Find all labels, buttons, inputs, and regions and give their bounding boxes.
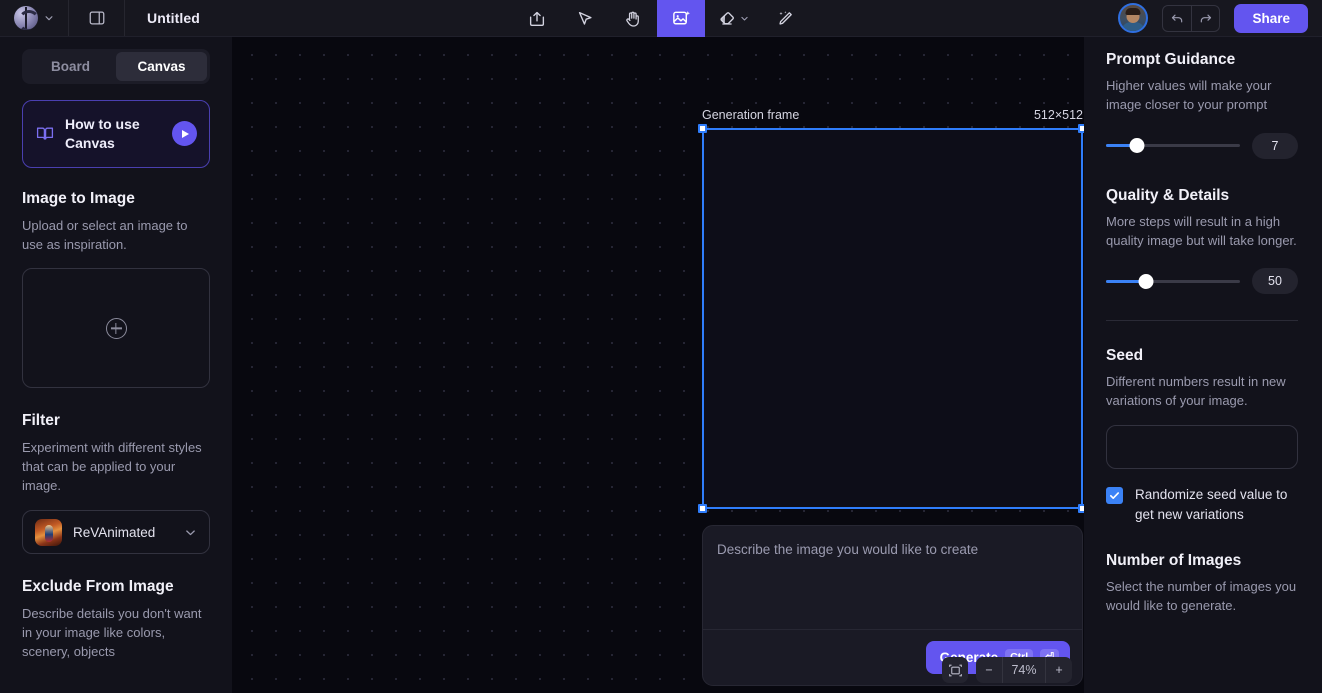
chevron-down-icon[interactable] [44,13,54,23]
how-to-use-canvas-card[interactable]: How to use Canvas [22,100,210,168]
book-icon [35,124,55,144]
right-settings-panel: Prompt Guidance Higher values will make … [1084,37,1322,693]
filter-select[interactable]: ReVAnimated [22,510,210,554]
pan-tool[interactable] [609,0,657,37]
undo-redo-group [1162,4,1221,32]
magic-edit-tool[interactable] [761,0,809,37]
quality-details-desc: More steps will result in a high quality… [1106,213,1297,248]
generate-image-tool[interactable] [657,0,705,37]
canvas-area[interactable]: Generation frame 512×512 Describe the im… [232,37,1084,693]
randomize-seed-label: Randomize seed value to get new variatio… [1135,487,1288,522]
filter-desc: Experiment with different styles that ca… [22,440,202,494]
exclude-from-image-title: Exclude From Image [22,578,174,595]
app-root: Untitled Share Board Canvas How to use C… [0,0,1322,693]
chevron-down-icon[interactable] [740,14,749,23]
resize-handle-top-left[interactable] [698,124,707,133]
prompt-guidance-title: Prompt Guidance [1106,51,1236,68]
board-canvas-tabs: Board Canvas [22,49,210,84]
generation-frame-size: 512×512 [1033,108,1083,122]
plus-circle-icon [105,317,127,339]
redo-button[interactable] [1191,5,1219,31]
left-sidebar: Board Canvas How to use Canvas Image to … [0,37,232,693]
import-image-tool[interactable] [513,0,561,37]
image-to-image-title: Image to Image [22,189,135,207]
prompt-guidance-desc: Higher values will make your image close… [1106,78,1272,112]
resize-handle-bottom-left[interactable] [698,504,707,513]
settings-divider [1106,320,1298,322]
quality-details-control: 50 [1106,268,1298,295]
randomize-seed-checkbox[interactable] [1106,487,1123,505]
filter-thumbnail [35,518,62,546]
prompt-guidance-slider[interactable] [1106,138,1240,154]
quality-details-value: 50 [1252,268,1298,295]
zoom-level-value: 74% [1002,657,1046,683]
tab-canvas[interactable]: Canvas [116,52,207,81]
prompt-guidance-value: 7 [1252,132,1298,159]
fit-to-screen-icon[interactable] [942,657,968,683]
top-bar-left: Untitled [0,0,200,36]
avatar[interactable] [1118,3,1149,33]
prompt-input[interactable]: Describe the image you would like to cre… [703,526,1082,629]
zoom-out-button[interactable]: − [976,657,1002,683]
play-icon[interactable] [172,121,197,147]
main-body: Board Canvas How to use Canvas Image to … [0,37,1322,693]
tab-board[interactable]: Board [25,52,116,81]
image-upload-dropzone[interactable] [22,268,210,389]
prompt-guidance-control: 7 [1106,132,1298,159]
undo-button[interactable] [1163,6,1191,31]
tool-bar [513,0,809,37]
zoom-in-button[interactable]: + [1046,657,1072,683]
eraser-tool[interactable] [705,0,761,37]
seed-title: Seed [1106,347,1144,365]
generation-frame-header: Generation frame 512×512 [702,108,1083,122]
zoom-controls: − 74% + [942,657,1072,683]
generation-frame[interactable] [698,124,1084,513]
page-title[interactable]: Untitled [125,10,200,26]
randomize-seed-row[interactable]: Randomize seed value to get new variatio… [1106,485,1298,524]
filter-title: Filter [22,412,60,430]
top-bar: Untitled Share [0,0,1322,37]
workspace-switcher[interactable] [0,0,69,36]
share-button[interactable]: Share [1234,3,1308,33]
select-tool[interactable] [561,0,609,37]
resize-handle-top-right[interactable] [1078,124,1084,133]
exclude-from-image-desc: Describe details you don't want in your … [22,606,202,659]
sidebar-panel-icon[interactable] [69,0,125,36]
filter-selected-value: ReVAnimated [73,524,156,540]
zoom-stepper: − 74% + [976,657,1072,683]
chevron-down-icon[interactable] [184,526,197,539]
image-to-image-desc: Upload or select an image to use as insp… [22,217,188,252]
number-of-images-title: Number of Images [1106,552,1242,570]
quality-details-slider[interactable] [1106,273,1240,289]
quality-details-title: Quality & Details [1106,186,1230,204]
number-of-images-desc: Select the number of images you would li… [1106,579,1297,614]
resize-handle-bottom-right[interactable] [1078,504,1084,513]
seed-input[interactable] [1106,425,1298,470]
seed-desc: Different numbers result in new variatio… [1106,374,1286,409]
generation-frame-label: Generation frame [702,108,800,122]
top-bar-right: Share [1118,3,1322,33]
app-logo [14,6,38,30]
how-to-use-canvas-label: How to use Canvas [65,116,140,151]
